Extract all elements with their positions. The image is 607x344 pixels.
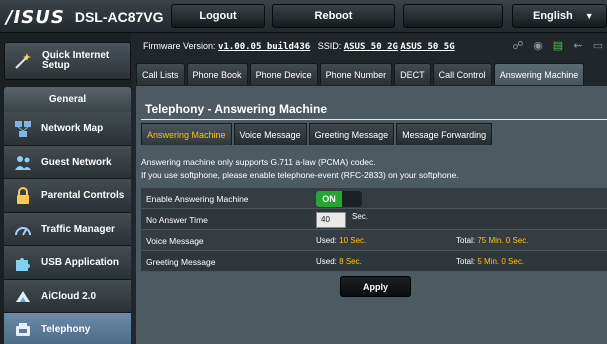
top-bar: /ISUS DSL-AC87VG Logout Reboot English ▼ <box>0 0 607 33</box>
voice-used-cell: Used: 10 Sec. <box>316 230 366 251</box>
sidebar-item-traffic-manager[interactable]: Traffic Manager <box>4 212 131 246</box>
table-row: No Answer Time 40 Sec. <box>141 209 607 230</box>
top-bar-spacer <box>403 4 503 28</box>
globe-icon[interactable]: ◉ <box>531 40 545 52</box>
table-row: Voice Message Used: 10 Sec. Total: 75 Mi… <box>141 230 607 251</box>
sidebar-item-network-map[interactable]: Network Map <box>4 112 131 146</box>
voice-used: Used: 10 Sec. <box>316 236 366 245</box>
greeting-used-value: 8 Sec. <box>339 257 362 266</box>
page-title: Telephony - Answering Machine <box>145 102 328 116</box>
tab-answering-machine[interactable]: Answering Machine <box>493 63 585 85</box>
ssid-5g-link[interactable]: ASUS_50_5G <box>400 42 454 52</box>
codec-note: Answering machine only supports G.711 a-… <box>141 157 376 167</box>
puzzle-icon <box>16 258 30 271</box>
subtab-greeting-message[interactable]: Greeting Message <box>308 123 395 145</box>
sidebar-item-label: USB Application <box>41 257 119 268</box>
no-answer-time-input[interactable]: 40 <box>316 211 346 228</box>
lock-icon <box>17 187 29 204</box>
model-name: DSL-AC87VG <box>74 9 164 25</box>
sidebar-section-general: General <box>4 87 131 112</box>
tab-phone-book[interactable]: Phone Book <box>186 63 248 85</box>
sidebar-item-parental-controls[interactable]: Parental Controls <box>4 179 131 213</box>
enable-toggle[interactable]: ON <box>316 190 362 207</box>
title-divider <box>141 119 607 120</box>
logout-button[interactable]: Logout <box>171 4 265 28</box>
table-row: Greeting Message Used: 8 Sec. Total: 5 M… <box>141 251 607 272</box>
telephony-tabs: Call Lists Phone Book Phone Device Phone… <box>136 63 585 85</box>
enable-cell: ON <box>316 188 362 209</box>
apply-button[interactable]: Apply <box>340 276 411 297</box>
greeting-total: Total: 5 Min. 0 Sec. <box>456 257 524 266</box>
used-prefix: Used: <box>316 257 337 266</box>
enable-label: Enable Answering Machine <box>146 194 249 204</box>
greeting-total-value: 5 Min. 0 Sec. <box>477 257 525 266</box>
firmware-label: Firmware Version: <box>143 41 216 51</box>
language-label: English <box>533 10 573 22</box>
sidebar-item-label: Network Map <box>41 123 104 134</box>
no-answer-cell: 40 Sec. <box>316 209 368 230</box>
phone-icon <box>16 323 30 336</box>
main-content: Firmware Version: v1.00.05_build436 SSID… <box>131 33 607 344</box>
subtab-voice-message[interactable]: Voice Message <box>233 123 307 145</box>
asus-logo: /ISUS <box>6 6 65 28</box>
settings-table: Enable Answering Machine ON No Answer Ti… <box>141 188 607 272</box>
sidebar-item-label: Traffic Manager <box>41 223 115 235</box>
sidebar-item-guest-network[interactable]: Guest Network <box>4 145 131 179</box>
subtab-answering-machine[interactable]: Answering Machine <box>141 123 232 145</box>
ssid-2g-link[interactable]: ASUS_50_2G <box>344 42 398 52</box>
gauge-icon <box>15 226 31 235</box>
firmware-version-link[interactable]: v1.00.05_build436 <box>218 42 310 52</box>
voice-used-value: 10 Sec. <box>339 236 367 245</box>
quick-setup-label: Quick Internet Setup <box>42 50 110 71</box>
router-admin-page: /ISUS DSL-AC87VG Logout Reboot English ▼… <box>0 0 607 344</box>
used-prefix: Used: <box>316 236 337 245</box>
quick-internet-setup-button[interactable]: Quick Internet Setup <box>4 42 131 80</box>
tab-call-lists[interactable]: Call Lists <box>136 63 185 85</box>
network-status-icon[interactable]: ▤ <box>551 40 565 52</box>
language-select[interactable]: English ▼ <box>512 4 607 28</box>
status-icons: ☍ ◉ ▤ ⇜ ▭ <box>511 40 605 52</box>
reboot-button[interactable]: Reboot <box>272 4 395 28</box>
greeting-used: Used: 8 Sec. <box>316 257 362 266</box>
softphone-note: If you use softphone, please enable tele… <box>141 170 459 180</box>
greeting-message-label: Greeting Message <box>146 257 216 267</box>
wand-icon <box>15 53 31 69</box>
tab-phone-device[interactable]: Phone Device <box>249 63 318 85</box>
table-row: Enable Answering Machine ON <box>141 188 607 209</box>
brand-logo: /ISUS DSL-AC87VG <box>6 6 164 28</box>
guest-network-icon <box>15 155 31 170</box>
firmware-ssid-bar: Firmware Version: v1.00.05_build436 SSID… <box>143 41 455 52</box>
tab-call-control[interactable]: Call Control <box>432 63 492 85</box>
usb-icon[interactable]: ⇜ <box>571 40 585 52</box>
ssid-label: SSID: <box>317 41 342 51</box>
tab-dect[interactable]: DECT <box>394 63 431 85</box>
sidebar-item-label: Parental Controls <box>41 190 125 201</box>
sidebar-item-aicloud[interactable]: AiCloud 2.0 <box>4 279 131 313</box>
sidebar-item-telephony[interactable]: Telephony <box>4 313 131 344</box>
sidebar-item-label: Guest Network <box>41 156 112 168</box>
sidebar-item-label: AiCloud 2.0 <box>41 290 97 302</box>
sidebar-item-label: Telephony <box>41 324 91 335</box>
users-icon[interactable]: ☍ <box>511 40 525 52</box>
sidebar-nav: Network Map Guest Network Parental Contr… <box>4 112 131 344</box>
answering-machine-subtabs: Answering Machine Voice Message Greeting… <box>141 123 493 145</box>
no-answer-unit: Sec. <box>352 212 369 221</box>
voice-message-label: Voice Message <box>146 236 204 246</box>
greeting-used-cell: Used: 8 Sec. <box>316 251 362 272</box>
cloud-icon <box>16 290 30 302</box>
voice-total: Total: 75 Min. 0 Sec. <box>456 236 529 245</box>
chevron-down-icon: ▼ <box>584 11 594 21</box>
info-notes: Answering machine only supports G.711 a-… <box>141 156 459 182</box>
printer-icon[interactable]: ▭ <box>591 40 605 52</box>
tab-phone-number[interactable]: Phone Number <box>319 63 393 85</box>
voice-total-value: 75 Min. 0 Sec. <box>477 236 529 245</box>
total-prefix: Total: <box>456 236 476 245</box>
toggle-on-label: ON <box>316 190 342 207</box>
subtab-message-forwarding[interactable]: Message Forwarding <box>396 123 493 145</box>
network-map-icon <box>15 121 31 137</box>
no-answer-label: No Answer Time <box>146 215 208 225</box>
answering-machine-panel: Telephony - Answering Machine Answering … <box>136 86 607 344</box>
sidebar-item-usb-application[interactable]: USB Application <box>4 246 131 280</box>
total-prefix: Total: <box>456 257 476 266</box>
